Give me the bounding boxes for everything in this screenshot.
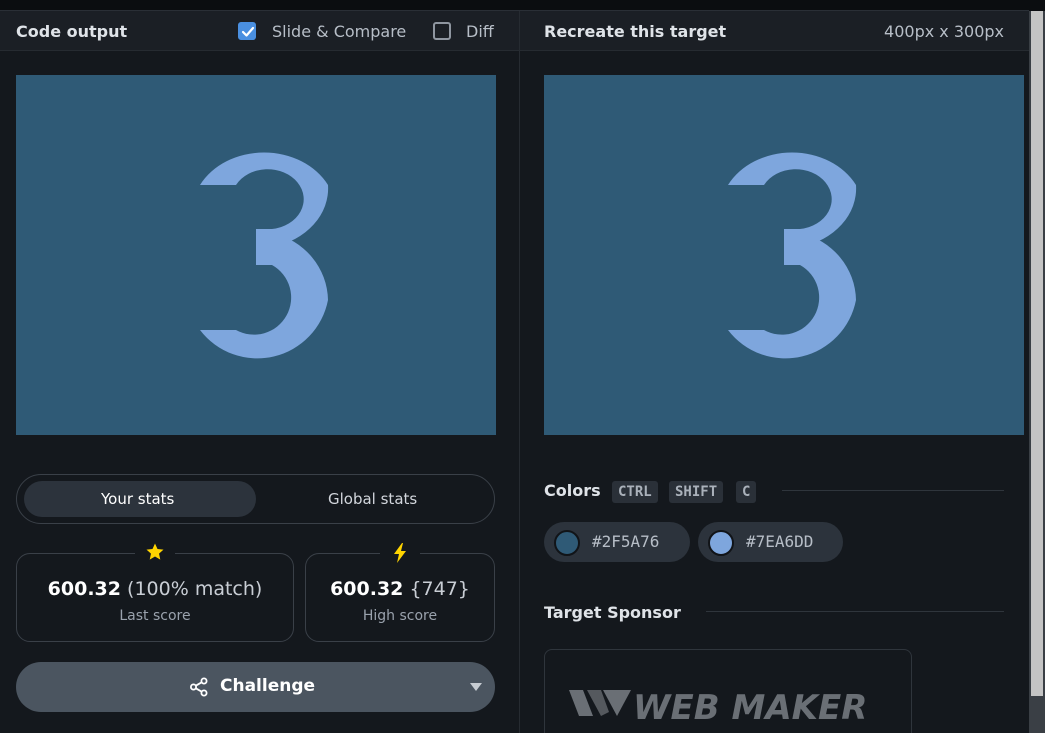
slide-compare-label[interactable]: Slide & Compare — [272, 22, 406, 41]
last-score-card: 600.32 (100% match) Last score — [16, 542, 294, 642]
code-output-panel: Code output Slide & Compare Diff Your st… — [0, 11, 519, 733]
target-dimensions: 400px x 300px — [884, 22, 1004, 41]
code-output-title: Code output — [16, 22, 128, 41]
color-hex: #2F5A76 — [592, 532, 660, 551]
scrollbar-thumb[interactable] — [1031, 11, 1043, 696]
stats-toggle: Your stats Global stats — [16, 474, 495, 524]
page-scrollbar[interactable] — [1029, 11, 1045, 733]
chevron-down-icon[interactable] — [470, 683, 482, 691]
digit-three-drawing — [728, 152, 857, 359]
slide-compare-checkbox[interactable] — [238, 22, 256, 40]
code-output-header: Code output Slide & Compare Diff — [0, 11, 519, 51]
digit-three-drawing — [200, 152, 329, 359]
color-swatch-2[interactable]: #7EA6DD — [698, 522, 843, 562]
color-swatch-1[interactable]: #2F5A76 — [544, 522, 690, 562]
target-title: Recreate this target — [544, 22, 727, 41]
sponsor-divider — [706, 611, 1004, 612]
webmaker-logo-icon — [569, 690, 631, 716]
color-hex: #7EA6DD — [746, 532, 814, 551]
sponsor-name: WEB MAKER — [633, 688, 868, 728]
high-score-card: 600.32 {747} High score — [305, 542, 495, 642]
star-icon — [135, 542, 175, 566]
challenge-label: Challenge — [220, 676, 316, 696]
last-score-value-line: 600.32 (100% match) — [17, 578, 293, 600]
high-score-value: 600.32 — [330, 578, 404, 600]
sponsor-card[interactable]: WEB MAKER — [544, 649, 912, 733]
window-top-strip — [0, 0, 1045, 11]
high-score-detail: {747} — [409, 578, 470, 600]
kbd-c: C — [736, 481, 757, 503]
high-score-value-line: 600.32 {747} — [306, 578, 494, 600]
bolt-icon — [380, 542, 420, 566]
colors-divider — [782, 490, 1004, 491]
color-dot — [554, 530, 580, 556]
share-icon — [189, 677, 209, 701]
tab-global-stats[interactable]: Global stats — [328, 490, 417, 508]
diff-checkbox[interactable] — [433, 22, 451, 40]
last-score-detail: (100% match) — [127, 578, 263, 600]
high-score-label: High score — [362, 608, 438, 624]
tab-your-stats[interactable]: Your stats — [101, 490, 174, 508]
colors-title: Colors — [544, 481, 601, 500]
challenge-button[interactable]: Challenge — [16, 662, 495, 712]
target-panel: Recreate this target 400px x 300px Color… — [520, 11, 1029, 733]
output-canvas[interactable] — [16, 75, 496, 435]
target-header: Recreate this target 400px x 300px — [520, 11, 1029, 51]
last-score-label: Last score — [119, 608, 191, 624]
kbd-shift: SHIFT — [669, 481, 724, 503]
sponsor-title: Target Sponsor — [544, 603, 681, 622]
checkmark-icon — [241, 26, 255, 37]
kbd-ctrl: CTRL — [612, 481, 658, 503]
color-dot — [708, 530, 734, 556]
target-canvas[interactable] — [544, 75, 1024, 435]
last-score-value: 600.32 — [47, 578, 121, 600]
diff-label[interactable]: Diff — [466, 22, 494, 41]
